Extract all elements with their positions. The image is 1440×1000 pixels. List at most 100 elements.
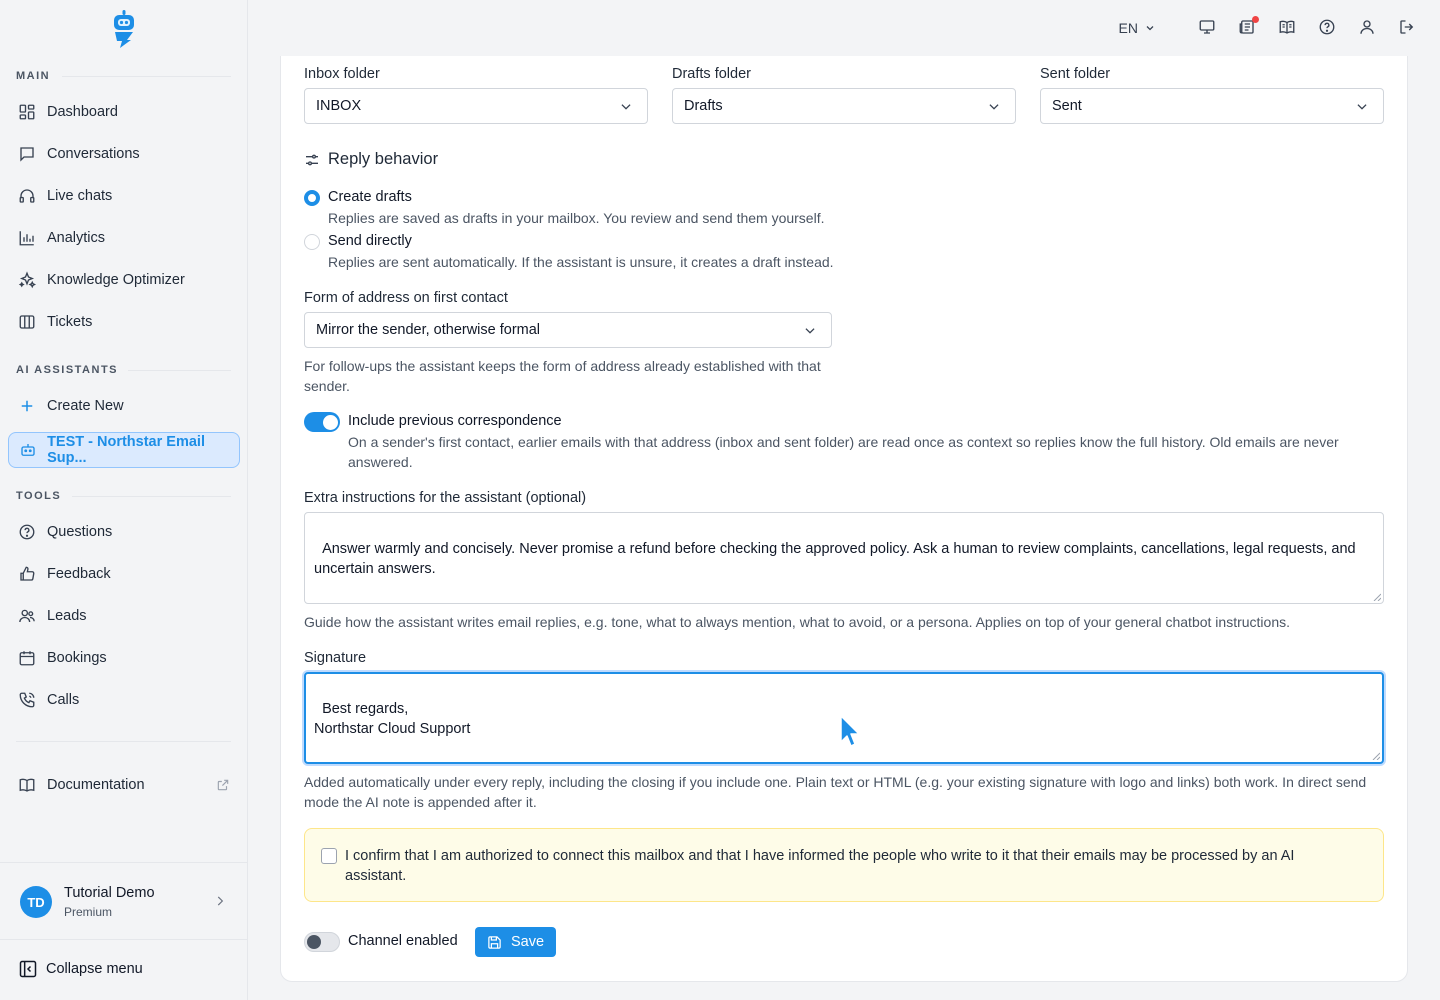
user-profile-button[interactable]: TD Tutorial Demo Premium bbox=[0, 862, 248, 940]
sidebar-item-questions[interactable]: Questions bbox=[8, 514, 240, 550]
sidebar-item-bookings[interactable]: Bookings bbox=[8, 640, 240, 676]
avatar: TD bbox=[20, 886, 52, 918]
book-icon bbox=[17, 775, 37, 795]
save-label: Save bbox=[510, 934, 545, 950]
save-button[interactable]: Save bbox=[475, 927, 556, 957]
sidebar-item-label: Feedback bbox=[47, 566, 111, 582]
plus-icon bbox=[17, 396, 37, 416]
bot-icon bbox=[18, 440, 37, 460]
radio-create-drafts[interactable] bbox=[304, 190, 320, 206]
inbox-folder-label: Inbox folder bbox=[304, 66, 380, 82]
sidebar-item-label: Knowledge Optimizer bbox=[47, 272, 185, 288]
user-icon[interactable] bbox=[1358, 18, 1378, 38]
drafts-folder-label: Drafts folder bbox=[672, 66, 751, 82]
chevron-down-icon bbox=[989, 104, 999, 110]
form-of-address-label: Form of address on first contact bbox=[304, 290, 508, 306]
section-label-tools: TOOLS bbox=[16, 490, 62, 502]
form-of-address-value: Mirror the sender, otherwise formal bbox=[316, 322, 541, 338]
chat-icon bbox=[17, 144, 37, 164]
section-label-ai-assistants: AI ASSISTANTS bbox=[16, 364, 119, 376]
inbox-folder-select[interactable]: INBOX bbox=[304, 88, 648, 124]
collapse-menu-label: Collapse menu bbox=[46, 961, 143, 977]
sidebar-item-documentation[interactable]: Documentation bbox=[8, 767, 240, 803]
toggle-knob bbox=[307, 935, 321, 949]
news-icon[interactable] bbox=[1238, 16, 1259, 38]
divider bbox=[128, 370, 231, 371]
sidebar-item-label: Bookings bbox=[47, 650, 107, 666]
chevron-down-icon bbox=[1146, 26, 1154, 31]
notification-badge bbox=[1252, 16, 1259, 23]
sidebar-item-live-chats[interactable]: Live chats bbox=[8, 178, 240, 214]
chevron-down-icon bbox=[1357, 104, 1367, 110]
language-selector[interactable]: EN bbox=[1119, 20, 1156, 36]
external-link-icon bbox=[217, 779, 229, 791]
sidebar-item-label: Live chats bbox=[47, 188, 113, 204]
robot-logo-icon[interactable] bbox=[110, 10, 138, 48]
sidebar-item-feedback[interactable]: Feedback bbox=[8, 556, 240, 592]
sidebar-item-label: Calls bbox=[47, 692, 80, 708]
radio-send-directly[interactable] bbox=[304, 234, 320, 250]
sidebar-item-tickets[interactable]: Tickets bbox=[8, 304, 240, 340]
collapse-menu-button[interactable]: Collapse menu bbox=[18, 959, 143, 979]
sidebar-item-label: Questions bbox=[47, 524, 113, 540]
create-drafts-description: Replies are saved as drafts in your mail… bbox=[328, 210, 825, 226]
create-drafts-title: Create drafts bbox=[328, 189, 412, 205]
include-correspondence-title: Include previous correspondence bbox=[348, 413, 562, 429]
sent-folder-select[interactable]: Sent bbox=[1040, 88, 1384, 124]
sidebar-item-analytics[interactable]: Analytics bbox=[8, 220, 240, 256]
extra-instructions-help: Guide how the assistant writes email rep… bbox=[304, 614, 1290, 630]
users-icon bbox=[17, 606, 37, 626]
create-new-label: Create New bbox=[47, 398, 124, 414]
user-name: Tutorial Demo bbox=[64, 885, 155, 901]
sidebar-item-label: Dashboard bbox=[47, 104, 118, 120]
signature-value: Best regards, Northstar Cloud Support bbox=[314, 701, 471, 737]
sidebar-item-calls[interactable]: Calls bbox=[8, 682, 240, 718]
language-label: EN bbox=[1118, 20, 1138, 36]
topbar: EN bbox=[1119, 14, 1418, 42]
create-new-assistant-button[interactable]: Create New bbox=[8, 388, 240, 424]
extra-instructions-label: Extra instructions for the assistant (op… bbox=[304, 490, 587, 506]
resize-handle-icon[interactable] bbox=[1372, 752, 1380, 760]
divider bbox=[72, 496, 231, 497]
divider bbox=[16, 741, 231, 742]
sidebar-item-dashboard[interactable]: Dashboard bbox=[8, 94, 240, 130]
channel-enabled-toggle[interactable] bbox=[304, 932, 340, 952]
send-directly-description: Replies are sent automatically. If the a… bbox=[328, 254, 834, 270]
sidebar-item-label: Leads bbox=[47, 608, 87, 624]
calendar-icon bbox=[17, 648, 37, 668]
monitor-icon[interactable] bbox=[1198, 18, 1218, 38]
sidebar-item-conversations[interactable]: Conversations bbox=[8, 136, 240, 172]
drafts-folder-value: Drafts bbox=[684, 98, 723, 114]
active-assistant-label: TEST - Northstar Email Sup... bbox=[47, 434, 205, 466]
send-directly-title: Send directly bbox=[328, 233, 412, 249]
sent-folder-label: Sent folder bbox=[1040, 66, 1111, 82]
mouse-cursor-icon bbox=[840, 715, 860, 747]
chevron-right-icon bbox=[217, 896, 224, 906]
sidebar-item-active-assistant[interactable]: TEST - Northstar Email Sup... bbox=[8, 432, 240, 468]
include-correspondence-toggle[interactable] bbox=[304, 412, 340, 432]
question-icon bbox=[17, 522, 37, 542]
consent-checkbox[interactable] bbox=[321, 848, 337, 864]
drafts-folder-select[interactable]: Drafts bbox=[672, 88, 1016, 124]
form-of-address-select[interactable]: Mirror the sender, otherwise formal bbox=[304, 312, 832, 348]
sidebar: MAIN Dashboard Conversations Live chats … bbox=[0, 0, 248, 1000]
sidebar-item-knowledge-optimizer[interactable]: Knowledge Optimizer bbox=[8, 262, 240, 298]
channel-enabled-label: Channel enabled bbox=[348, 933, 458, 949]
help-icon[interactable] bbox=[1318, 18, 1338, 38]
collapse-sidebar-icon bbox=[19, 960, 37, 978]
resize-handle-icon[interactable] bbox=[1373, 593, 1381, 601]
logout-icon[interactable] bbox=[1398, 18, 1418, 38]
sparkles-icon bbox=[17, 270, 37, 290]
inbox-folder-value: INBOX bbox=[316, 98, 362, 114]
bar-chart-icon bbox=[17, 228, 37, 248]
sidebar-item-leads[interactable]: Leads bbox=[8, 598, 240, 634]
include-correspondence-description: On a sender's first contact, earlier ema… bbox=[348, 434, 1339, 470]
user-plan: Premium bbox=[64, 905, 113, 919]
extra-instructions-textarea[interactable]: Answer warmly and concisely. Never promi… bbox=[304, 512, 1384, 604]
chevron-down-icon bbox=[805, 328, 815, 334]
sidebar-item-label: Tickets bbox=[47, 314, 93, 330]
consent-text: I confirm that I am authorized to connec… bbox=[345, 848, 1295, 884]
sidebar-item-label: Conversations bbox=[47, 146, 140, 162]
open-book-icon[interactable] bbox=[1278, 18, 1298, 38]
headset-icon bbox=[17, 186, 37, 206]
